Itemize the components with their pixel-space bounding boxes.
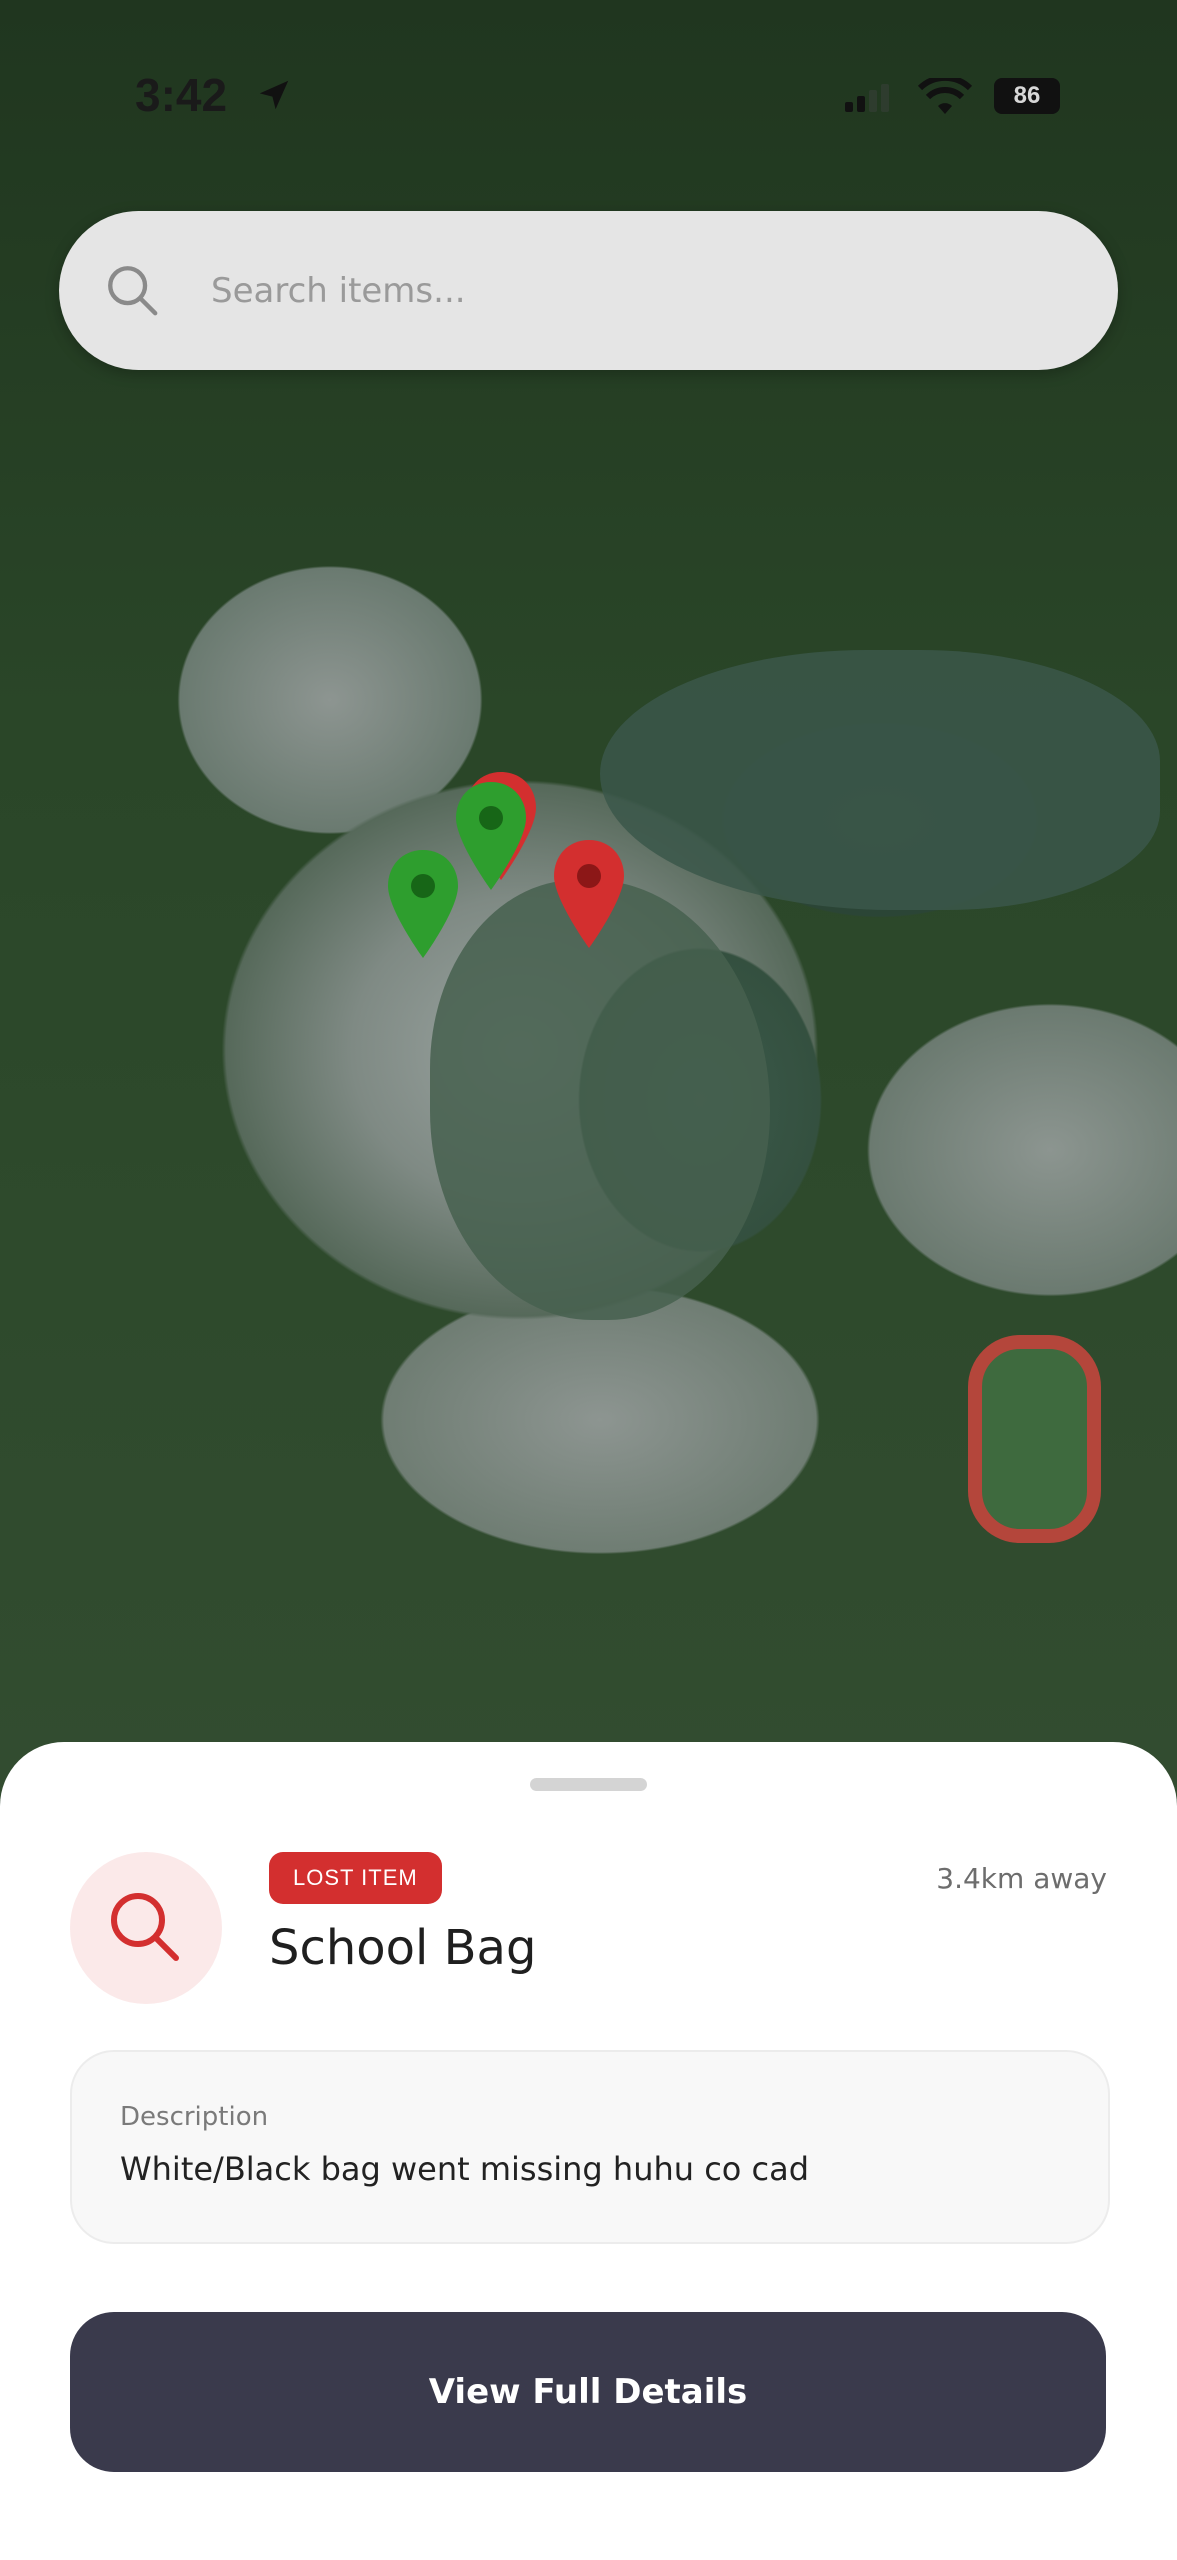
search-input[interactable] bbox=[209, 257, 1033, 325]
item-bottom-sheet[interactable]: LOST ITEM School Bag 3.4km away Descript… bbox=[0, 1742, 1177, 2560]
map-pin-lost[interactable] bbox=[548, 836, 630, 956]
map-pin-found[interactable] bbox=[382, 846, 464, 966]
lake bbox=[600, 650, 1160, 910]
location-arrow-icon bbox=[259, 80, 289, 110]
sheet-drag-handle[interactable] bbox=[530, 1778, 647, 1791]
item-distance: 3.4km away bbox=[936, 1862, 1107, 1895]
search-bar[interactable] bbox=[59, 211, 1118, 370]
running-track bbox=[968, 1335, 1101, 1543]
status-badge: LOST ITEM bbox=[269, 1852, 442, 1904]
description-card: Description White/Black bag went missing… bbox=[70, 2050, 1110, 2244]
status-bar: 3:42 86 bbox=[0, 60, 1177, 130]
item-avatar bbox=[70, 1852, 222, 2004]
magnifier-icon bbox=[111, 1893, 179, 1961]
cellular-signal-icon bbox=[845, 84, 889, 112]
view-full-details-button[interactable]: View Full Details bbox=[70, 2312, 1106, 2472]
description-label: Description bbox=[120, 2102, 269, 2132]
wifi-icon bbox=[918, 78, 972, 114]
item-title: School Bag bbox=[269, 1920, 537, 1976]
battery-indicator: 86 bbox=[994, 78, 1060, 114]
description-text: White/Black bag went missing huhu co cad bbox=[120, 2150, 810, 2188]
search-icon bbox=[108, 266, 158, 316]
status-time: 3:42 bbox=[135, 69, 228, 121]
